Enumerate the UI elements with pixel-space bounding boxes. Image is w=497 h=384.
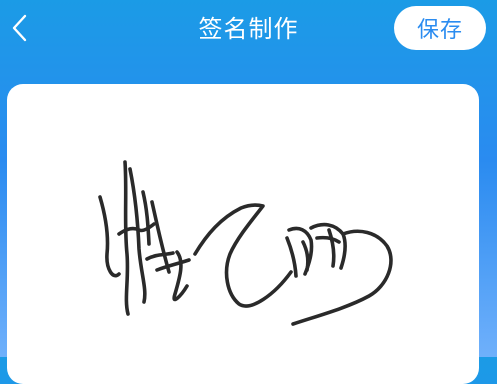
top-navigation-bar: 签名制作 保存 <box>0 0 497 58</box>
back-button[interactable] <box>2 10 38 46</box>
chevron-left-icon <box>12 14 27 42</box>
signature-canvas[interactable] <box>7 84 479 384</box>
handwritten-signature <box>98 160 393 326</box>
save-button[interactable]: 保存 <box>394 6 486 50</box>
